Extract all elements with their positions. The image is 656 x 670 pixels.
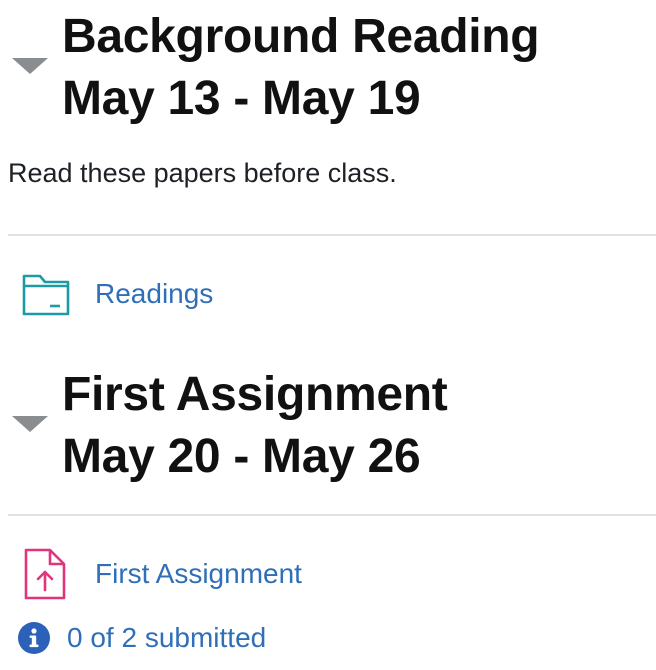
section-title-name: Background Reading bbox=[62, 10, 540, 63]
section-title-name: First Assignment bbox=[62, 368, 448, 421]
collapse-toggle-icon[interactable] bbox=[12, 56, 48, 76]
activity-link-readings[interactable]: Readings bbox=[95, 276, 213, 312]
section-title: First Assignment May 20 - May 26 bbox=[62, 364, 448, 488]
collapse-toggle-icon[interactable] bbox=[12, 414, 48, 434]
assignment-upload-icon bbox=[20, 548, 72, 600]
info-icon bbox=[18, 622, 50, 654]
section-header: Background Reading May 13 - May 19 bbox=[0, 0, 656, 130]
folder-icon bbox=[20, 268, 72, 320]
section-summary: Read these papers before class. bbox=[8, 158, 397, 188]
section-title: Background Reading May 13 - May 19 bbox=[62, 6, 540, 130]
submission-status-text[interactable]: 0 of 2 submitted bbox=[67, 620, 266, 656]
submission-status[interactable]: 0 of 2 submitted bbox=[18, 620, 638, 656]
section-divider bbox=[8, 514, 656, 516]
section-title-dates: May 13 - May 19 bbox=[62, 72, 421, 125]
section-title-dates: May 20 - May 26 bbox=[62, 430, 421, 483]
activity-item-readings[interactable]: Readings bbox=[0, 266, 656, 322]
section-divider bbox=[8, 234, 656, 236]
activity-link-first-assignment[interactable]: First Assignment bbox=[95, 556, 302, 592]
course-page: Background Reading May 13 - May 19 Read … bbox=[0, 0, 656, 670]
course-section-background-reading: Background Reading May 13 - May 19 Read … bbox=[0, 0, 656, 316]
course-section-first-assignment: First Assignment May 20 - May 26 First A… bbox=[0, 358, 656, 654]
activity-item-first-assignment[interactable]: First Assignment bbox=[0, 546, 656, 602]
section-header: First Assignment May 20 - May 26 bbox=[0, 358, 656, 488]
